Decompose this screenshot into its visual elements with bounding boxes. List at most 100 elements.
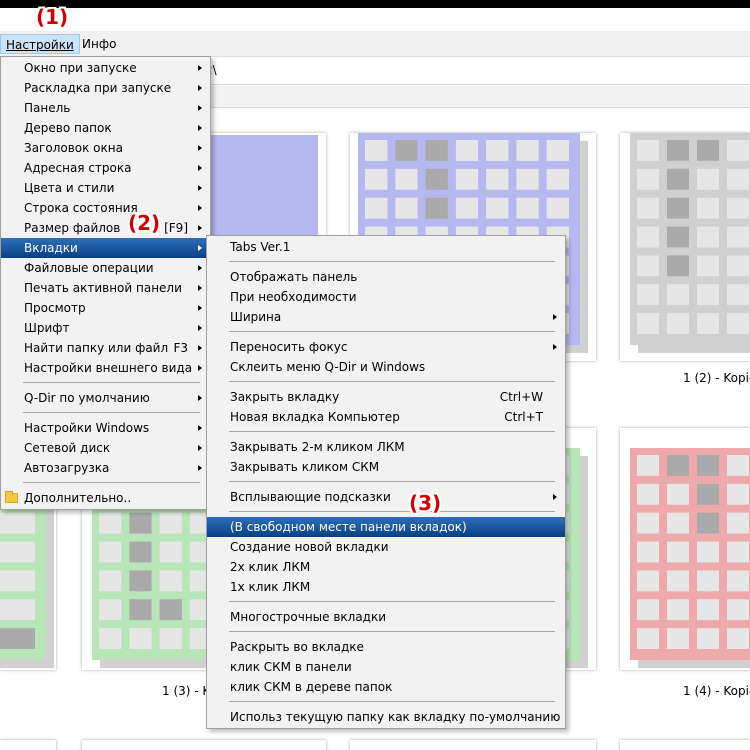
settings_menu-item-18[interactable]: Сетевой диск <box>1 438 210 458</box>
thumbnail-red[interactable] <box>620 428 750 670</box>
grid-cell <box>727 483 749 505</box>
tabs_menu-item-2[interactable]: При необходимости <box>207 287 565 307</box>
settings_menu-item-14[interactable]: Найти папку или файл F3 <box>1 338 210 358</box>
grid-cell <box>516 140 539 161</box>
settings_menu-item-1[interactable]: Раскладка при запуске <box>1 78 210 98</box>
grid-cell <box>727 512 749 534</box>
tabs_menu-item-9[interactable]: Закрывать кликом СКМ <box>207 457 565 477</box>
tabs_menu-item-5[interactable]: Склеить меню Q-Dir и Windows <box>207 357 565 377</box>
settings_menu-item-label: Найти папку или файл <box>24 341 169 355</box>
menu-separator <box>207 327 565 337</box>
settings_menu-item-8[interactable]: Размер файлов [F9] <box>1 218 210 238</box>
tabs_menu-item-11[interactable]: (В свободном месте панели вкладок) <box>207 517 565 537</box>
grid-cell <box>546 197 569 219</box>
thumbnail-row3-2[interactable] <box>82 740 326 750</box>
grid-cell <box>637 483 659 505</box>
settings_menu-item-20[interactable]: Дополнительно.. <box>1 488 210 508</box>
settings_menu-item-4[interactable]: Заголовок окна <box>1 138 210 158</box>
settings_menu-item-13[interactable]: Шрифт <box>1 318 210 338</box>
settings_menu-item-0[interactable]: Окно при запуске <box>1 58 210 78</box>
settings_menu-item-3[interactable]: Дерево папок <box>1 118 210 138</box>
step-label-2: (2) <box>128 211 161 235</box>
chevron-right-icon <box>198 265 202 271</box>
menu-separator <box>207 377 565 387</box>
settings_menu-item-label: Панель <box>24 101 71 115</box>
grid-cell <box>697 226 719 248</box>
settings_menu-item-7[interactable]: Строка состояния <box>1 198 210 218</box>
menu-info[interactable]: Инфо <box>77 34 121 54</box>
chevron-right-icon <box>198 345 202 351</box>
settings_menu-item-17[interactable]: Настройки Windows <box>1 418 210 438</box>
settings_menu-item-16[interactable]: Q-Dir по умолчанию <box>1 388 210 408</box>
file-caption-2[interactable]: 1 (2) - Kopie <box>683 371 750 385</box>
settings_menu-item-label: Вкладки <box>24 241 78 255</box>
settings_menu-item-12[interactable]: Просмотр <box>1 298 210 318</box>
menu-separator <box>207 477 565 487</box>
settings_menu-item-label: Q-Dir по умолчанию <box>24 391 150 405</box>
settings_menu-item-10[interactable]: Файловые операции <box>1 258 210 278</box>
tabs_menu-item-6[interactable]: Закрыть вкладку Ctrl+W <box>207 387 565 407</box>
menu-separator <box>207 697 565 707</box>
settings_menu-item-11[interactable]: Печать активной панели <box>1 278 210 298</box>
tabs_menu-item-15[interactable]: Многострочные вкладки <box>207 607 565 627</box>
grid-cell <box>727 284 749 306</box>
settings_menu-item-label: Шрифт <box>24 321 70 335</box>
tabs_menu-item-16[interactable]: Раскрыть во вкладке <box>207 637 565 657</box>
thumbnail-row3-1[interactable] <box>0 740 56 750</box>
tabs_menu-item-8[interactable]: Закрывать 2-м кликом ЛКМ <box>207 437 565 457</box>
grid-cell <box>727 168 749 190</box>
grid-cell <box>637 541 659 563</box>
grid-cell <box>727 255 749 277</box>
tabs_menu-item-3[interactable]: Ширина <box>207 307 565 327</box>
settings_menu-item-15[interactable]: Настройки внешнего вида <box>1 358 210 378</box>
grid-cell <box>486 197 509 219</box>
grid-cell <box>129 570 152 592</box>
tabs_menu-item-12[interactable]: Создание новой вкладки <box>207 537 565 557</box>
tabs_menu-item-0[interactable]: Tabs Ver.1 <box>207 237 565 257</box>
settings_menu-item-label: Автозагрузка <box>24 461 110 475</box>
grid-cell <box>455 140 479 161</box>
chevron-right-icon <box>198 245 202 251</box>
thumbnail-row3-4[interactable] <box>620 740 750 750</box>
thumbnail-gray[interactable] <box>620 133 750 361</box>
menu-settings[interactable]: Настройки <box>0 34 80 54</box>
settings_menu-item-label: Цвета и стили <box>24 181 115 195</box>
settings_menu-item-19[interactable]: Автозагрузка <box>1 458 210 478</box>
step-label-1: (1) <box>36 5 69 29</box>
tabs_menu-item-7[interactable]: Новая вкладка Компьютер Ctrl+T <box>207 407 565 427</box>
settings_menu-item-shortcut: F3 <box>173 341 188 355</box>
tabs_menu-item-19[interactable]: Использ текущую папку как вкладку по-умо… <box>207 707 565 727</box>
tabs_menu-item-label: Закрыть вкладку <box>230 390 340 404</box>
grid-cell <box>159 512 182 534</box>
grid-cell <box>99 541 122 563</box>
thumbnail-row3-3[interactable] <box>350 740 596 750</box>
settings_menu-item-5[interactable]: Адресная строка <box>1 158 210 178</box>
tabs_menu-item-10[interactable]: Всплывающие подсказки <box>207 487 565 507</box>
chevron-right-icon <box>198 205 202 211</box>
grid-cell <box>697 255 719 277</box>
settings_menu-item-label: Дополнительно.. <box>24 491 132 505</box>
tabs_menu-item-1[interactable]: Отображать панель <box>207 267 565 287</box>
tabs_menu-item-18[interactable]: клик СКМ в дереве папок <box>207 677 565 697</box>
grid-cell <box>727 570 749 592</box>
settings_menu-item-label: Настройки Windows <box>24 421 150 435</box>
settings_menu-item-2[interactable]: Панель <box>1 98 210 118</box>
grid-cell <box>159 541 182 563</box>
tabs_menu-item-4[interactable]: Переносить фокус <box>207 337 565 357</box>
folder-icon <box>5 491 18 503</box>
file-caption-4[interactable]: 1 (4) - Kopie <box>683 684 750 698</box>
tabs_menu-item-14[interactable]: 1x клик ЛКМ <box>207 577 565 597</box>
settings_menu-item-6[interactable]: Цвета и стили <box>1 178 210 198</box>
tabs_menu-item-label: Закрывать 2-м кликом ЛКМ <box>230 440 405 454</box>
tabs_menu-item-17[interactable]: клик СКМ в панели <box>207 657 565 677</box>
settings_menu-item-label: Файловые операции <box>24 261 154 275</box>
chevron-right-icon <box>198 325 202 331</box>
grid-cell <box>129 512 152 534</box>
grid-cell <box>667 226 689 248</box>
tabs_menu-item-label: Всплывающие подсказки <box>230 490 391 504</box>
tabs_menu-item-13[interactable]: 2x клик ЛКМ <box>207 557 565 577</box>
tabs_menu-item-label: клик СКМ в панели <box>230 660 352 674</box>
grid-cell <box>425 168 448 190</box>
chevron-right-icon <box>198 425 202 431</box>
settings_menu-item-9[interactable]: Вкладки <box>1 238 210 258</box>
